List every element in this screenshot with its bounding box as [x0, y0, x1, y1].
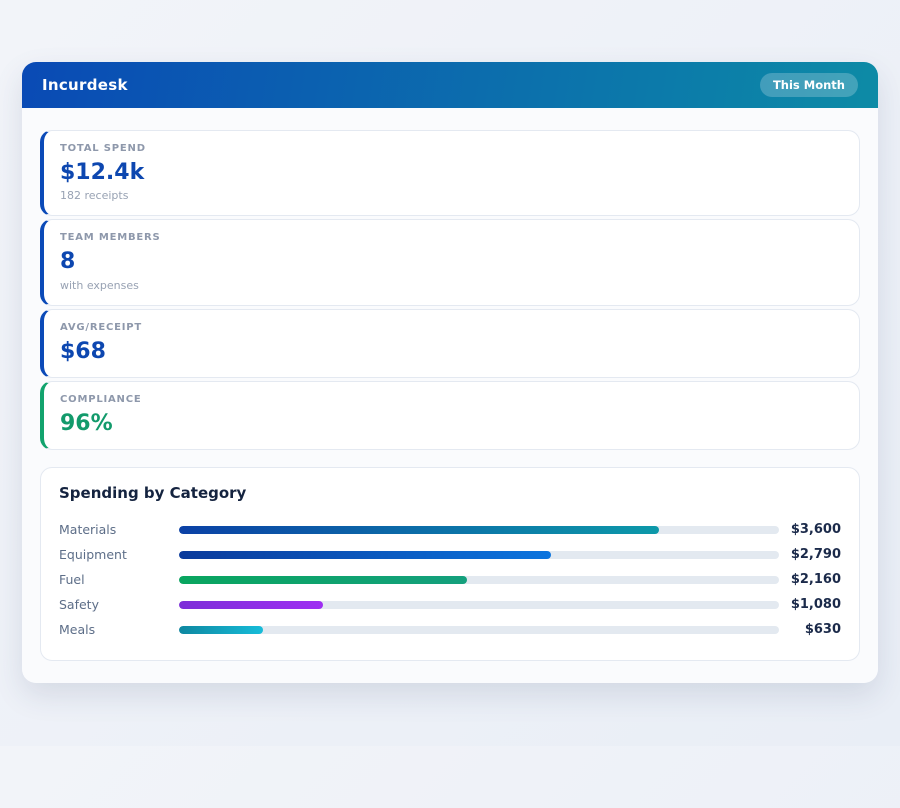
bar-value-label: $630 [804, 622, 841, 638]
stat-label: COMPLIANCE [60, 393, 142, 405]
bar-fill [179, 550, 551, 559]
stat-label: TOTAL SPEND [60, 143, 146, 154]
bar-value-label: $2,790 [790, 547, 841, 563]
bar-value-label: $3,600 [790, 522, 841, 538]
bar-category-label: Meals [59, 622, 96, 638]
bar-category-label: Equipment [59, 547, 127, 563]
bar-track [179, 600, 779, 609]
bar-fill [179, 625, 263, 634]
stat-value: 8 [60, 249, 76, 275]
stat-label: TEAM MEMBERS [60, 232, 161, 244]
app-body: TOTAL SPEND $12.4k 182 receipts TEAM MEM… [22, 108, 878, 684]
stats-list: TOTAL SPEND $12.4k 182 receipts TEAM MEM… [40, 130, 860, 451]
bar-value-label: $1,080 [790, 597, 841, 613]
stat-card: AVG/RECEIPT $68 [40, 308, 860, 378]
bar-track [179, 550, 779, 559]
bar-row: Equipment $2,790 [59, 542, 841, 567]
app-title: Incurdesk [42, 76, 128, 94]
bar-category-label: Materials [59, 522, 117, 538]
bar-row: Meals $630 [59, 617, 841, 642]
bar-fill [179, 525, 659, 534]
app-header: Incurdesk This Month [22, 62, 878, 108]
stat-value: $68 [60, 338, 106, 364]
bar-track [179, 625, 779, 634]
stat-value: $12.4k [60, 160, 145, 185]
stat-sub: 182 receipts [60, 189, 129, 203]
app-card: Incurdesk This Month TOTAL SPEND $12.4k … [22, 62, 878, 684]
bar-row: Fuel $2,160 [59, 567, 841, 592]
spending-chart-card: Spending by Category Materials $3,600 Eq… [40, 467, 860, 662]
bar-track [179, 525, 779, 534]
bar-row: Materials $3,600 [59, 517, 841, 542]
stat-card: TOTAL SPEND $12.4k 182 receipts [40, 130, 860, 217]
stat-sub: with expenses [60, 278, 139, 292]
period-badge[interactable]: This Month [759, 73, 858, 97]
bar-category-label: Fuel [59, 572, 85, 588]
bar-fill [179, 600, 323, 609]
stat-card: COMPLIANCE 96% [40, 380, 860, 451]
bar-row: Safety $1,080 [59, 592, 841, 617]
bar-track [179, 575, 779, 584]
stat-label: AVG/RECEIPT [60, 321, 143, 333]
bar-category-label: Safety [59, 597, 99, 613]
chart-bars: Materials $3,600 Equipment $2,790 Fuel $… [59, 517, 841, 642]
bar-value-label: $2,160 [790, 572, 841, 588]
chart-title: Spending by Category [59, 484, 247, 503]
stat-card: TEAM MEMBERS 8 with expenses [40, 219, 860, 306]
bar-fill [179, 575, 467, 584]
stat-value: 96% [60, 410, 113, 436]
